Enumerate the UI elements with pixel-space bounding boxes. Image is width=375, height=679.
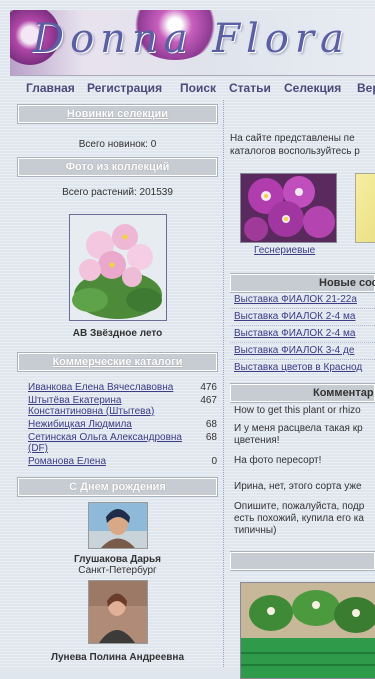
- catalog-count: 476: [200, 382, 217, 393]
- violet-photo-icon: [69, 215, 166, 320]
- nav-articles[interactable]: Статьи: [229, 81, 271, 95]
- section-header: [230, 551, 375, 571]
- catalog-name[interactable]: Иванкова Елена Вячеславовна: [18, 381, 195, 394]
- nav-more[interactable]: Вер: [357, 81, 375, 95]
- gallery-thumbnail[interactable]: [240, 173, 337, 243]
- plant-stand-photo-icon: [241, 583, 375, 678]
- comment-item[interactable]: И у меня расцвела такая кр цветения!: [230, 420, 375, 450]
- collection-photo[interactable]: [68, 214, 167, 321]
- comment-item[interactable]: Опишите, пожалуйста, подр есть похожий, …: [230, 498, 375, 540]
- news-link[interactable]: Выставка ФИАЛОК 21-22а: [230, 292, 375, 309]
- person-city: Санкт-Петербург: [78, 565, 157, 576]
- birthday-header: С Днем рождения: [17, 477, 218, 497]
- catalog-name[interactable]: Романова Елена: [18, 455, 195, 468]
- avatar[interactable]: [87, 502, 148, 549]
- comment-text: Опишите, пожалуйста, подр: [234, 501, 365, 512]
- main-content: На сайте представлены пе каталогов воспо…: [230, 105, 375, 679]
- catalogs-header[interactable]: Коммерческие каталоги: [17, 352, 218, 372]
- featured-photo[interactable]: [240, 582, 375, 679]
- banner-title: Donna Flora: [32, 16, 350, 62]
- nav-selection[interactable]: Селекция: [284, 81, 341, 95]
- person-name[interactable]: Глушакова Дарья: [18, 554, 217, 565]
- gesneriad-photo-icon: [241, 174, 336, 242]
- left-sidebar: Новинки селекции Всего новинок: 0 Фото и…: [17, 104, 218, 663]
- avatar[interactable]: [87, 580, 148, 644]
- news-link[interactable]: Выставка ФИАЛОК 3-4 де: [230, 343, 375, 360]
- news-header[interactable]: Новинки селекции: [17, 104, 218, 124]
- news-link[interactable]: Выставка ФИАЛОК 2-4 ма: [230, 326, 375, 343]
- table-row: Иванкова Елена Вячеславовна 476: [18, 381, 217, 394]
- comment-text: И у меня расцвела такая кр: [234, 423, 363, 434]
- gallery-caption[interactable]: Геснериевые: [254, 245, 315, 256]
- news-link[interactable]: Выставка цветов в Краснод: [230, 360, 375, 376]
- intro-text: На сайте представлены пе: [230, 133, 355, 144]
- catalog-name[interactable]: Штытёва Екатерина Константиновна (Штытев…: [18, 394, 195, 418]
- plants-count: Всего растений: 201539: [62, 187, 173, 198]
- main-nav: Главная Регистрация Поиск Статьи Селекци…: [0, 78, 375, 98]
- comment-text: цветения!: [234, 435, 280, 446]
- collection-photo-caption[interactable]: АВ Звёздное лето: [18, 328, 217, 339]
- comments-header: Комментар: [230, 383, 375, 403]
- news-link[interactable]: Выставка ФИАЛОК 2-4 ма: [230, 309, 375, 326]
- person-photo-icon: [88, 503, 147, 548]
- catalog-name[interactable]: Сетинская Ольга Александровна (DF): [18, 431, 195, 455]
- table-row: Сетинская Ольга Александровна (DF) 68: [18, 431, 217, 455]
- comment-text: How to get this plant or rhizo: [234, 405, 361, 416]
- comment-item[interactable]: How to get this plant or rhizo: [230, 402, 375, 420]
- catalogs-table: Иванкова Елена Вячеславовна 476 Штытёва …: [18, 381, 217, 468]
- table-row: Нежибицкая Людмила 68: [18, 418, 217, 431]
- nav-search[interactable]: Поиск: [180, 81, 216, 95]
- column-divider: [223, 100, 224, 667]
- nav-home[interactable]: Главная: [26, 81, 75, 95]
- catalog-count: 0: [211, 456, 217, 467]
- collection-header: Фото из коллекций: [17, 157, 218, 177]
- person-photo-icon: [88, 581, 147, 643]
- comment-item[interactable]: Ирина, нет, этого сорта уже: [230, 478, 375, 496]
- news-count: Всего новинок: 0: [78, 139, 157, 150]
- site-banner[interactable]: Donna Flora: [10, 10, 375, 76]
- catalog-count: 467: [200, 395, 217, 406]
- intro-text: каталогов воспользуйтесь р: [230, 146, 360, 157]
- nav-registration[interactable]: Регистрация: [87, 81, 162, 95]
- table-row: Романова Елена 0: [18, 455, 217, 468]
- comment-text: Ирина, нет, этого сорта уже: [234, 481, 362, 492]
- new-section-header: Новые сос: [230, 273, 375, 293]
- comment-text: На фото пересорт!: [234, 455, 322, 466]
- comment-item[interactable]: На фото пересорт!: [230, 452, 375, 470]
- catalog-count: 68: [205, 419, 217, 430]
- comment-text: типичны): [234, 525, 277, 536]
- gallery: Геснериевые: [230, 173, 375, 263]
- comment-text: есть похожий, купила его ка: [234, 513, 364, 524]
- gallery-thumbnail[interactable]: [355, 173, 375, 243]
- person-name[interactable]: Лунева Полина Андреевна: [18, 652, 217, 663]
- catalog-name[interactable]: Нежибицкая Людмила: [18, 418, 195, 431]
- catalog-count: 68: [205, 432, 217, 443]
- table-row: Штытёва Екатерина Константиновна (Штытев…: [18, 394, 217, 418]
